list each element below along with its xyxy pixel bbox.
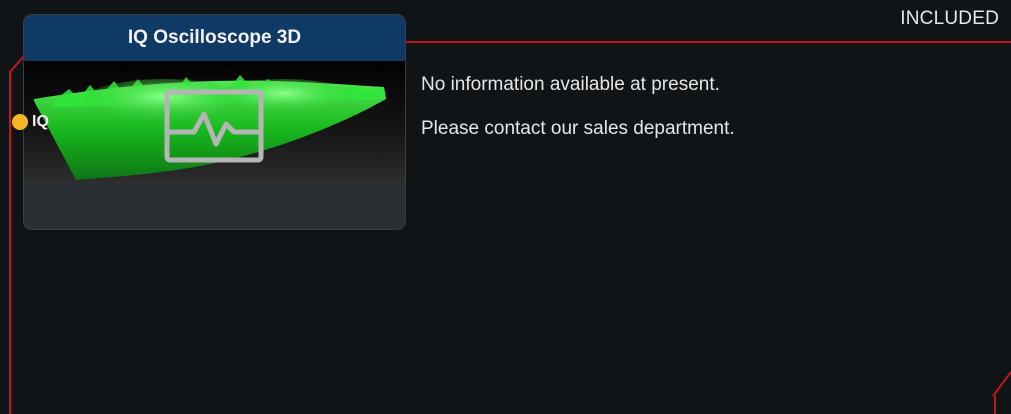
module-info-page: INCLUDED IQ Oscilloscope 3D IQ No inform…: [0, 0, 1011, 414]
module-card[interactable]: IQ Oscilloscope 3D: [24, 15, 405, 229]
info-line-1: No information available at present.: [421, 74, 720, 95]
input-port-iq[interactable]: IQ: [12, 113, 49, 131]
module-description: No information available at present. Ple…: [421, 72, 735, 160]
module-card-footer: [24, 182, 405, 229]
port-connector-dot[interactable]: [12, 114, 28, 130]
module-preview-image: [24, 61, 405, 182]
status-badge: INCLUDED: [900, 8, 999, 29]
oscilloscope-waveform-icon: [164, 89, 264, 163]
info-line-2: Please contact our sales department.: [421, 118, 735, 139]
input-port-label: IQ: [32, 113, 49, 130]
module-title: IQ Oscilloscope 3D: [24, 15, 405, 61]
